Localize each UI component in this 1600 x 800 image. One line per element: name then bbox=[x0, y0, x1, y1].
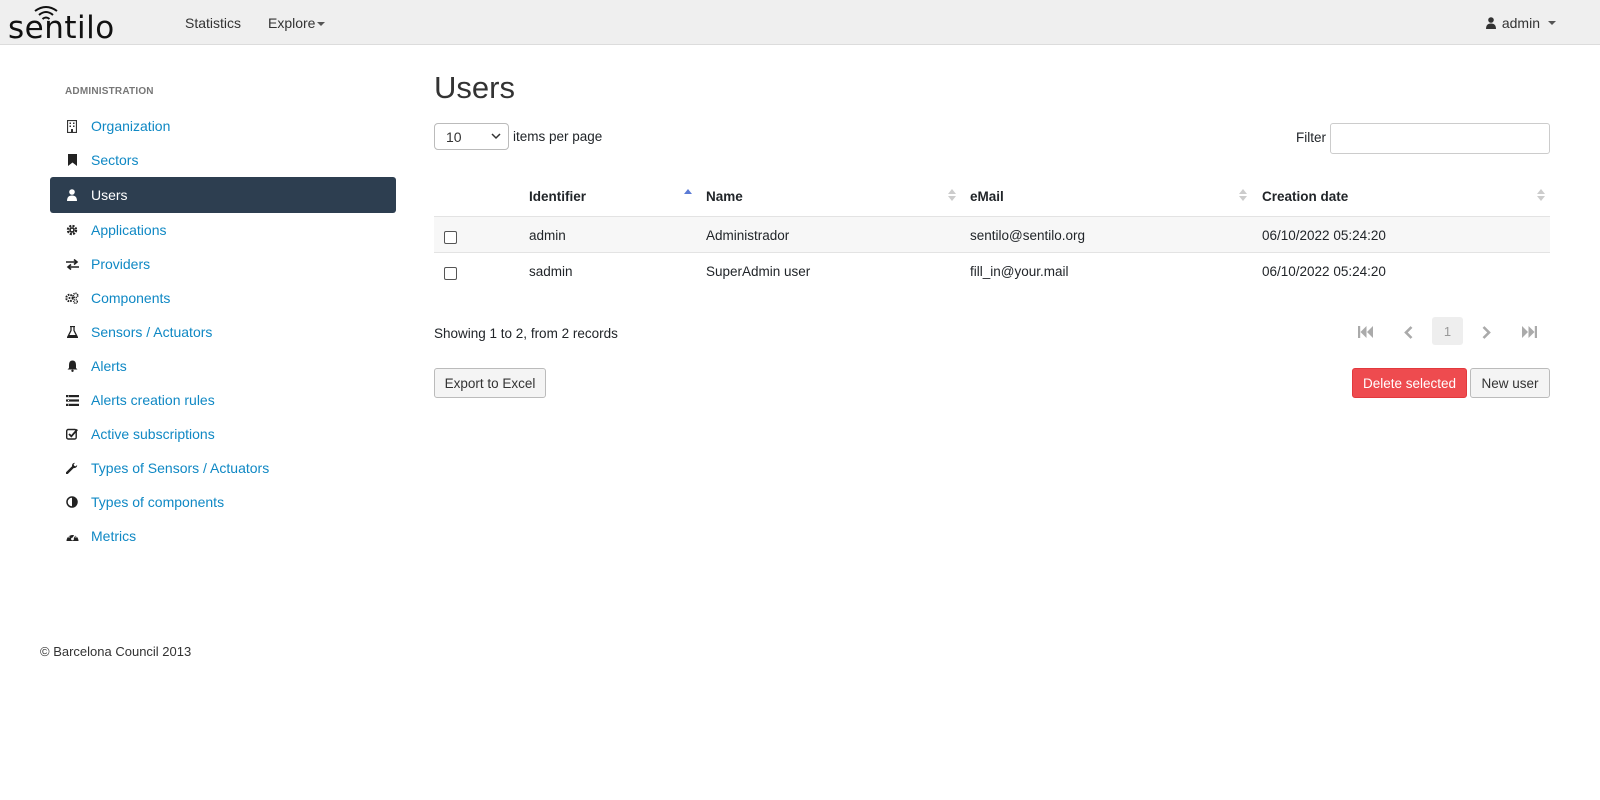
bell-icon bbox=[65, 359, 79, 373]
sidebar-item-label: Providers bbox=[91, 256, 151, 272]
next-page-button[interactable] bbox=[1476, 318, 1496, 346]
footer-copyright: © Barcelona Council 2013 bbox=[40, 644, 192, 659]
sidebar-item-users[interactable]: Users bbox=[50, 177, 396, 213]
user-icon bbox=[1485, 17, 1496, 29]
column-header-name[interactable]: Name bbox=[706, 189, 743, 204]
chevron-left-icon bbox=[1403, 325, 1412, 339]
column-header-email[interactable]: eMail bbox=[970, 189, 1004, 204]
sort-both-icon[interactable] bbox=[948, 188, 956, 202]
cell-creation-date: 06/10/2022 05:24:20 bbox=[1262, 228, 1386, 243]
sentilo-logo[interactable]: sentilo bbox=[8, 3, 144, 41]
sidebar-item-components[interactable]: Components bbox=[50, 281, 396, 315]
sidebar-item-label: Alerts bbox=[91, 358, 127, 374]
sidebar-item-label: Organization bbox=[91, 118, 171, 134]
check-square-icon bbox=[65, 427, 79, 441]
sort-both-icon[interactable] bbox=[1537, 188, 1545, 202]
user-menu[interactable]: admin bbox=[1485, 15, 1556, 31]
sidebar-item-applications[interactable]: Applications bbox=[50, 213, 396, 247]
top-navbar: sentilo Statistics Explore admin bbox=[0, 0, 1600, 45]
sidebar-item-organization[interactable]: Organization bbox=[50, 109, 396, 143]
row-checkbox[interactable] bbox=[444, 231, 457, 244]
sidebar-item-label: Applications bbox=[91, 222, 167, 238]
sidebar-item-label: Types of components bbox=[91, 494, 225, 510]
column-header-creation-date[interactable]: Creation date bbox=[1262, 189, 1348, 204]
sidebar-item-label: Sensors / Actuators bbox=[91, 324, 213, 340]
brand-name: sentilo bbox=[8, 10, 115, 41]
sidebar-item-label: Components bbox=[91, 290, 171, 306]
first-page-icon bbox=[1358, 326, 1373, 338]
gear-icon bbox=[65, 223, 79, 237]
sidebar-title: ADMINISTRATION bbox=[65, 86, 154, 97]
caret-down-icon bbox=[317, 22, 326, 27]
cell-name: Administrador bbox=[706, 228, 790, 243]
chevron-right-icon bbox=[1482, 325, 1491, 339]
new-user-button[interactable]: New user bbox=[1470, 368, 1550, 398]
items-per-page-label: items per page bbox=[513, 129, 603, 144]
current-page-button[interactable]: 1 bbox=[1432, 317, 1463, 345]
sidebar-item-component-types[interactable]: Types of components bbox=[50, 485, 396, 519]
sidebar-item-label: Active subscriptions bbox=[91, 426, 215, 442]
items-per-page-value: 10 bbox=[446, 128, 462, 145]
last-page-icon bbox=[1522, 326, 1537, 338]
cell-identifier: sadmin bbox=[529, 264, 573, 279]
filter-input[interactable] bbox=[1330, 123, 1550, 154]
table-row[interactable]: sadmin SuperAdmin user fill_in@your.mail… bbox=[434, 253, 1550, 290]
last-page-button[interactable] bbox=[1518, 318, 1540, 346]
page-title: Users bbox=[434, 70, 515, 105]
building-icon bbox=[65, 119, 79, 133]
sidebar-item-metrics[interactable]: Metrics bbox=[50, 519, 396, 553]
sidebar-item-alert-rules[interactable]: Alerts creation rules bbox=[50, 383, 396, 417]
table-row[interactable]: admin Administrador sentilo@sentilo.org … bbox=[434, 216, 1550, 253]
sort-both-icon[interactable] bbox=[1239, 188, 1247, 202]
bookmark-icon bbox=[65, 153, 79, 167]
sidebar-item-label: Sectors bbox=[91, 152, 139, 168]
chevron-down-icon bbox=[491, 133, 501, 140]
records-info: Showing 1 to 2, from 2 records bbox=[434, 326, 618, 341]
sidebar-item-label: Metrics bbox=[91, 528, 137, 544]
cell-creation-date: 06/10/2022 05:24:20 bbox=[1262, 264, 1386, 279]
sidebar-item-sectors[interactable]: Sectors bbox=[50, 143, 396, 177]
flask-icon bbox=[65, 325, 79, 339]
sort-asc-icon[interactable] bbox=[684, 188, 692, 202]
gears-icon bbox=[65, 291, 79, 305]
items-per-page-select[interactable]: 10 bbox=[434, 123, 509, 150]
first-page-button[interactable] bbox=[1355, 318, 1377, 346]
filter-label: Filter bbox=[1296, 130, 1326, 145]
sidebar-item-alerts[interactable]: Alerts bbox=[50, 349, 396, 383]
cell-email: sentilo@sentilo.org bbox=[970, 228, 1086, 243]
sidebar-item-providers[interactable]: Providers bbox=[50, 247, 396, 281]
caret-down-icon bbox=[1548, 21, 1556, 25]
cell-email: fill_in@your.mail bbox=[970, 264, 1069, 279]
wrench-icon bbox=[65, 461, 79, 475]
exchange-icon bbox=[65, 257, 79, 271]
cell-identifier: admin bbox=[529, 228, 566, 243]
sidebar-item-label: Alerts creation rules bbox=[91, 392, 215, 408]
sidebar-item-subscriptions[interactable]: Active subscriptions bbox=[50, 417, 396, 451]
half-circle-icon bbox=[65, 495, 79, 509]
sidebar-item-sensor-types[interactable]: Types of Sensors / Actuators bbox=[50, 451, 396, 485]
cell-name: SuperAdmin user bbox=[706, 264, 811, 279]
sidebar-item-label: Types of Sensors / Actuators bbox=[91, 460, 270, 476]
list-icon bbox=[65, 393, 79, 407]
delete-selected-button[interactable]: Delete selected bbox=[1352, 368, 1467, 398]
nav-statistics[interactable]: Statistics bbox=[185, 15, 241, 31]
user-icon bbox=[65, 188, 79, 202]
column-header-identifier[interactable]: Identifier bbox=[529, 189, 586, 204]
user-menu-label: admin bbox=[1501, 15, 1540, 31]
export-to-excel-button[interactable]: Export to Excel bbox=[434, 368, 546, 398]
nav-explore[interactable]: Explore bbox=[268, 15, 326, 31]
nav-explore-label: Explore bbox=[268, 15, 316, 31]
row-checkbox[interactable] bbox=[444, 267, 457, 280]
sidebar-item-label: Users bbox=[91, 187, 128, 203]
sidebar-item-sensors[interactable]: Sensors / Actuators bbox=[50, 315, 396, 349]
dashboard-icon bbox=[65, 529, 79, 543]
previous-page-button[interactable] bbox=[1398, 318, 1418, 346]
